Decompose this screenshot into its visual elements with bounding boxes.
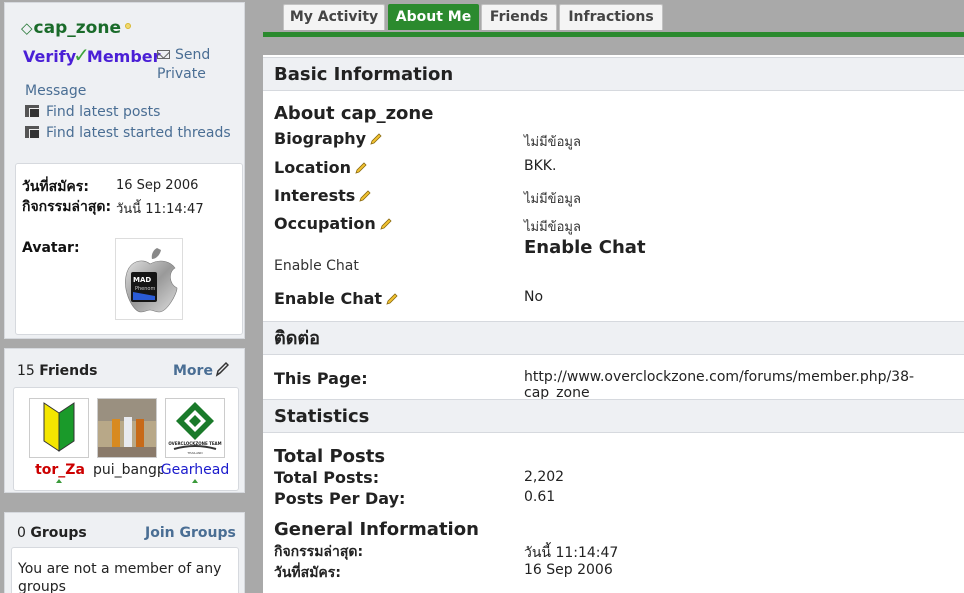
last-activity-value: วันนี้ 11:14:47 (524, 545, 619, 561)
svg-text:Phenom: Phenom (135, 286, 155, 292)
friend-avatar-tor-za[interactable] (29, 398, 89, 458)
diamond-icon: ◇ (21, 19, 33, 37)
profile-sidebar: ◇cap_zone Verify✓Member Send Private Mes… (0, 0, 246, 593)
join-groups-link[interactable]: Join Groups (145, 525, 236, 541)
user-details: วันที่สมัคร: 16 Sep 2006 กิจกรรมล่าสุด: … (15, 163, 243, 335)
edit-pencil-icon[interactable] (215, 361, 229, 377)
joined-value: 16 Sep 2006 (116, 178, 199, 193)
activity-label: กิจกรรมล่าสุด: (22, 199, 112, 215)
tab-about-me[interactable]: About Me (388, 4, 479, 30)
enable-chat-value: No (524, 289, 544, 305)
online-indicator-icon (56, 479, 62, 483)
friend-avatar-pui-bangp[interactable] (97, 398, 157, 458)
groups-block: 0 Groups Join Groups You are not a membe… (4, 512, 245, 593)
this-page-label: This Page: (274, 369, 368, 388)
profile-block: ◇cap_zone Verify✓Member Send Private Mes… (4, 2, 245, 339)
tab-underline (263, 32, 964, 37)
online-indicator-icon (192, 479, 198, 483)
total-posts-label: Total Posts: (274, 468, 380, 487)
friends-block: 15 Friends More OVERCLOCKZONE TEAM THAIL… (4, 348, 245, 493)
occupation-value: ไม่มีข้อมูล (524, 220, 581, 235)
apple-logo-icon: MAD Phenom (125, 248, 178, 313)
edit-pencil-icon[interactable] (355, 162, 367, 174)
edit-pencil-icon[interactable] (386, 293, 398, 305)
general-info-title: General Information (274, 519, 479, 540)
edit-pencil-icon[interactable] (370, 133, 382, 145)
about-title: About cap_zone (274, 103, 434, 124)
this-page-url[interactable]: http://www.overclockzone.com/forums/memb… (524, 369, 964, 401)
send-private-message-link[interactable]: Send Private (157, 46, 244, 84)
join-date-label: วันที่สมัคร: (274, 565, 341, 581)
tab-friends[interactable]: Friends (481, 4, 557, 30)
friend-name[interactable]: pui_bangp (93, 462, 163, 478)
find-latest-threads-link[interactable]: Find latest started threads (25, 125, 231, 141)
friend-avatar-gearhead[interactable]: OVERCLOCKZONE TEAM THAILAND (165, 398, 225, 458)
user-rank: Verify✓Member (23, 43, 161, 67)
mail-icon (157, 50, 170, 59)
enable-chat-label: Enable Chat (274, 289, 398, 308)
svg-text:MAD: MAD (133, 276, 151, 284)
occupation-label: Occupation (274, 214, 392, 233)
friend-name[interactable]: tor_Za (25, 462, 95, 478)
groups-header: 0 Groups (17, 525, 87, 541)
tab-infractions[interactable]: Infractions (559, 4, 663, 30)
groups-empty-message: You are not a member of any groups (11, 547, 239, 593)
interests-value: ไม่มีข้อมูล (524, 192, 581, 207)
enable-chat-title: Enable Chat (524, 237, 646, 258)
username: ◇cap_zone (21, 18, 121, 38)
interests-label: Interests (274, 186, 371, 205)
find-latest-posts-link[interactable]: Find latest posts (25, 104, 160, 120)
location-value: BKK. (524, 158, 557, 174)
posts-per-day-label: Posts Per Day: (274, 489, 406, 508)
online-status-icon (125, 23, 131, 29)
contact-header: ติดต่อ (263, 321, 964, 355)
enable-chat-plain: Enable Chat (274, 258, 359, 274)
basic-info-header: Basic Information (263, 57, 964, 91)
avatar-label: Avatar: (22, 240, 80, 256)
edit-pencil-icon[interactable] (359, 190, 371, 202)
friends-list: OVERCLOCKZONE TEAM THAILAND tor_Za pui_b… (13, 387, 239, 491)
svg-text:THAILAND: THAILAND (186, 451, 203, 455)
friend-name[interactable]: Gearhead (160, 462, 230, 478)
tab-my-activity[interactable]: My Activity (283, 4, 385, 30)
friends-header: 15 Friends (17, 363, 98, 379)
total-posts-title: Total Posts (274, 446, 386, 467)
beginner-mark-icon (43, 402, 75, 452)
edit-pencil-icon[interactable] (380, 218, 392, 230)
posts-icon (25, 105, 40, 118)
more-friends-link[interactable]: More (173, 363, 213, 379)
photo-thumbnail-icon (98, 399, 156, 457)
posts-per-day-value: 0.61 (524, 489, 556, 505)
threads-icon (25, 126, 40, 139)
statistics-header: Statistics (263, 399, 964, 433)
location-label: Location (274, 158, 367, 177)
last-activity-label: กิจกรรมล่าสุด: (274, 544, 364, 560)
activity-value: วันนี้ 11:14:47 (116, 202, 204, 217)
send-message-link-cont[interactable]: Message (25, 83, 86, 99)
biography-value: ไม่มีข้อมูล (524, 135, 581, 150)
avatar[interactable]: MAD Phenom (115, 238, 183, 320)
overclockzone-logo-icon: OVERCLOCKZONE TEAM THAILAND (168, 402, 222, 455)
joined-label: วันที่สมัคร: (22, 179, 89, 195)
biography-label: Biography (274, 129, 382, 148)
total-posts-value: 2,202 (524, 469, 565, 485)
join-date-value: 16 Sep 2006 (524, 562, 613, 578)
about-me-panel: Basic Information About cap_zone Biograp… (263, 55, 964, 593)
